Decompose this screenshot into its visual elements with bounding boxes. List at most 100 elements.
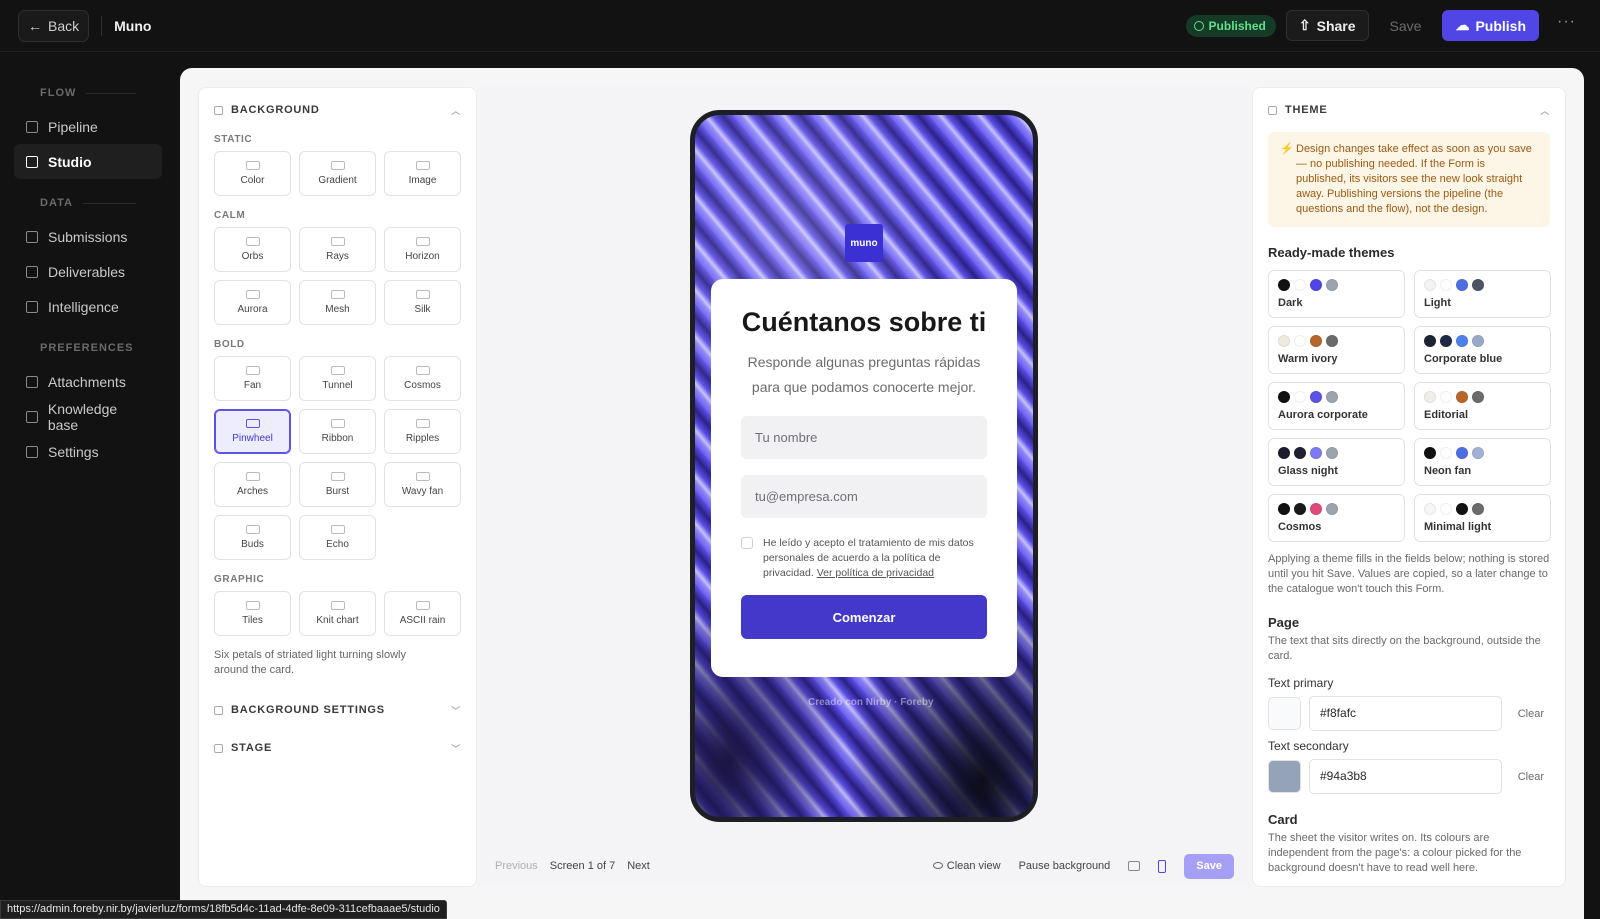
next-button[interactable]: Next [627, 860, 650, 872]
background-option-echo[interactable]: Echo [299, 515, 376, 560]
sidebar-item-submissions[interactable]: Submissions [14, 219, 162, 254]
sidebar-item-deliverables[interactable]: Deliverables [14, 254, 162, 289]
design-note-text: Design changes take effect as soon as yo… [1296, 143, 1532, 215]
theme-section-header[interactable]: THEME ︿ [1268, 100, 1550, 120]
sidebar-item-pipeline[interactable]: Pipeline [14, 109, 162, 144]
clean-view-button[interactable]: Clean view [932, 860, 1001, 872]
background-option-color[interactable]: Color [214, 151, 291, 196]
background-option-pinwheel[interactable]: Pinwheel [214, 409, 291, 454]
sidebar-item-settings[interactable]: Settings [14, 434, 162, 469]
section-title: BACKGROUND [231, 104, 320, 116]
background-option-silk[interactable]: Silk [384, 280, 461, 325]
option-label: Mesh [325, 304, 350, 315]
lightning-icon: ⚡ [1280, 143, 1294, 155]
text-primary-clear-button[interactable]: Clear [1518, 708, 1544, 720]
text-primary-row: #f8fafc Clear [1268, 696, 1550, 731]
back-button[interactable]: ← Back [18, 9, 90, 42]
background-option-image[interactable]: Image [384, 151, 461, 196]
theme-name: Dark [1278, 297, 1303, 309]
more-options-icon[interactable]: ··· [1547, 13, 1582, 39]
email-field[interactable]: tu@empresa.com [741, 475, 987, 518]
color-swatch [1472, 279, 1484, 291]
theme-card[interactable]: Dark [1268, 270, 1405, 318]
background-option-aurora[interactable]: Aurora [214, 280, 291, 325]
status-badge: Published [1185, 14, 1276, 37]
echo-icon [330, 525, 345, 534]
option-label: Image [408, 175, 437, 186]
start-button[interactable]: Comenzar [741, 595, 987, 639]
gradient-icon [330, 161, 345, 170]
tunnel-icon [330, 366, 345, 375]
theme-card[interactable]: Aurora corporate [1268, 382, 1405, 430]
color-swatch [1278, 447, 1290, 459]
background-option-knit-chart[interactable]: Knit chart [299, 591, 376, 636]
background-option-ribbon[interactable]: Ribbon [299, 409, 376, 454]
sidebar-item-studio[interactable]: Studio [14, 144, 162, 179]
publish-button[interactable]: ☁ Publish [1442, 10, 1540, 41]
chevron-up-icon: ︿ [1540, 105, 1550, 116]
theme-swatches [1278, 335, 1395, 347]
name-field[interactable]: Tu nombre [741, 416, 987, 459]
text-secondary-clear-button[interactable]: Clear [1518, 771, 1544, 783]
burst-icon [330, 472, 345, 481]
privacy-policy-link[interactable]: Ver política de privacidad [817, 567, 934, 579]
sidebar-item-label: Deliverables [48, 263, 126, 280]
background-option-cosmos[interactable]: Cosmos [384, 356, 461, 401]
previous-button[interactable]: Previous [495, 860, 538, 872]
theme-card[interactable]: Editorial [1414, 382, 1551, 430]
color-swatch [1440, 447, 1452, 459]
sidebar-item-attachments[interactable]: Attachments [14, 364, 162, 399]
color-swatch [1424, 447, 1436, 459]
background-option-orbs[interactable]: Orbs [214, 227, 291, 272]
share-button[interactable]: ⇧ Share [1285, 10, 1369, 41]
mobile-icon[interactable] [1158, 859, 1167, 873]
page-section-desc: The text that sits directly on the backg… [1268, 635, 1541, 662]
background-option-ripples[interactable]: Ripples [384, 409, 461, 454]
text-secondary-input[interactable]: #94a3b8 [1309, 759, 1502, 794]
section-title: STAGE [231, 742, 273, 754]
background-option-rays[interactable]: Rays [299, 227, 376, 272]
canvas-save-button[interactable]: Save [1184, 853, 1234, 879]
background-section-header[interactable]: BACKGROUND ︿ [214, 100, 461, 120]
background-option-arches[interactable]: Arches [214, 462, 291, 507]
background-option-buds[interactable]: Buds [214, 515, 291, 560]
text-secondary-swatch[interactable] [1268, 760, 1301, 793]
background-settings-header[interactable]: BACKGROUND SETTINGS ﹀ [214, 700, 461, 720]
option-label: Aurora [237, 304, 268, 315]
theme-card[interactable]: Minimal light [1414, 494, 1551, 542]
save-button[interactable]: Save [1377, 10, 1435, 41]
clean-view-label: Clean view [946, 860, 1001, 872]
text-secondary-row: #94a3b8 Clear [1268, 759, 1550, 794]
background-option-mesh[interactable]: Mesh [299, 280, 376, 325]
pause-background-button[interactable]: Pause background [1019, 860, 1111, 872]
text-primary-input[interactable]: #f8fafc [1309, 696, 1502, 731]
background-option-tiles[interactable]: Tiles [214, 591, 291, 636]
theme-card[interactable]: Cosmos [1268, 494, 1405, 542]
color-swatch [1424, 503, 1436, 515]
text-primary-swatch[interactable] [1268, 697, 1301, 730]
consent-checkbox[interactable] [741, 537, 753, 549]
stage-header[interactable]: STAGE ﹀ [214, 738, 461, 758]
background-option-horizon[interactable]: Horizon [384, 227, 461, 272]
desktop-icon[interactable] [1128, 861, 1141, 871]
background-option-fan[interactable]: Fan [214, 356, 291, 401]
theme-card[interactable]: Light [1414, 270, 1551, 318]
pinwheel-icon [245, 419, 260, 428]
theme-card[interactable]: Warm ivory [1268, 326, 1405, 374]
left-navigation: FLOW Pipeline Studio DATA Submissions De… [0, 53, 176, 919]
theme-card[interactable]: Neon fan [1414, 438, 1551, 486]
sidebar-item-intelligence[interactable]: Intelligence [14, 289, 162, 324]
color-swatch [1456, 447, 1468, 459]
background-option-tunnel[interactable]: Tunnel [299, 356, 376, 401]
sidebar-item-knowledge-base[interactable]: Knowledge base [14, 399, 162, 434]
theme-card[interactable]: Glass night [1268, 438, 1405, 486]
sparkle-icon [214, 743, 223, 753]
background-option-gradient[interactable]: Gradient [299, 151, 376, 196]
theme-card[interactable]: Corporate blue [1414, 326, 1551, 374]
background-option-ascii-rain[interactable]: ASCII rain [384, 591, 461, 636]
background-option-burst[interactable]: Burst [299, 462, 376, 507]
static-group-label: STATIC [214, 134, 253, 145]
background-option-wavy-fan[interactable]: Wavy fan [384, 462, 461, 507]
bold-backgrounds: Fan Tunnel Cosmos Pinwheel Ribbon Ripple… [214, 356, 461, 560]
background-description: Six petals of striated light turning slo… [214, 649, 406, 676]
